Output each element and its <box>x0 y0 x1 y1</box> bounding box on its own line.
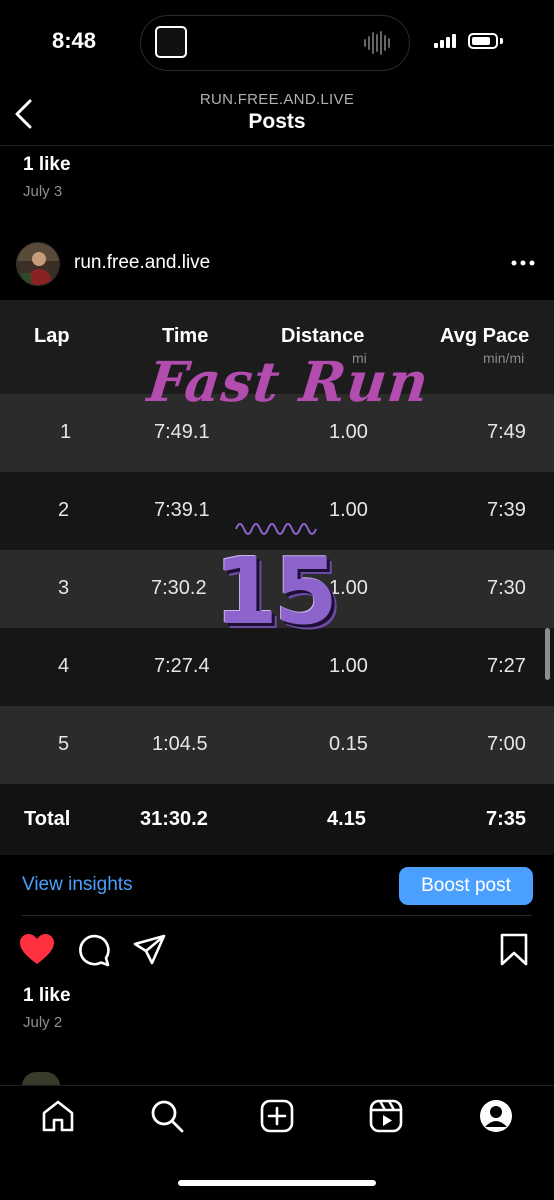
create-icon[interactable] <box>259 1098 295 1134</box>
profile-icon[interactable] <box>478 1098 514 1134</box>
audio-wave-icon <box>364 31 390 55</box>
lap-distance: 0.15 <box>329 733 368 755</box>
table-total-row: Total 31:30.2 4.15 7:35 <box>0 784 554 855</box>
battery-icon <box>468 33 498 49</box>
total-distance: 4.15 <box>327 808 366 830</box>
boost-post-button[interactable]: Boost post <box>399 867 533 905</box>
more-options-icon[interactable] <box>510 259 536 267</box>
lap-pace: 7:00 <box>487 733 526 755</box>
header-distance: Distance <box>281 325 365 347</box>
lap-number: 2 <box>58 499 70 521</box>
lap-pace: 7:49 <box>487 421 526 443</box>
lap-number: 5 <box>58 733 70 755</box>
lap-number: 3 <box>58 577 70 599</box>
lap-number: 1 <box>60 421 72 443</box>
post-likes[interactable]: 1 like <box>23 985 71 1007</box>
home-icon[interactable] <box>40 1098 76 1134</box>
prev-post-likes[interactable]: 1 like <box>23 154 71 176</box>
total-pace: 7:35 <box>486 808 527 830</box>
squiggle-decoration <box>235 523 317 535</box>
header-lap: Lap <box>34 325 70 347</box>
page-title: Posts <box>248 110 306 133</box>
lap-pace: 7:27 <box>487 655 526 677</box>
home-indicator[interactable] <box>178 1180 376 1186</box>
bookmark-icon[interactable] <box>496 932 532 968</box>
lap-distance: 1.00 <box>329 577 368 599</box>
total-label: Total <box>24 808 71 830</box>
lap-distance: 1.00 <box>329 655 368 677</box>
lap-distance: 1.00 <box>329 499 368 521</box>
run-number-overlay: 15 <box>214 538 338 645</box>
battery-cap <box>500 38 503 44</box>
profile-username-header: RUN.FREE.AND.LIVE <box>199 91 355 108</box>
post-date: July 2 <box>23 1014 63 1031</box>
lap-time: 7:27.4 <box>154 655 210 677</box>
reels-icon[interactable] <box>368 1098 404 1134</box>
lap-time: 7:30.2 <box>151 577 207 599</box>
dynamic-island <box>140 15 410 71</box>
header-time: Time <box>162 325 209 347</box>
heart-icon[interactable] <box>19 932 55 968</box>
avatar[interactable] <box>16 242 60 286</box>
total-time: 31:30.2 <box>140 808 208 830</box>
lap-time: 7:49.1 <box>154 421 210 443</box>
share-icon[interactable] <box>132 932 168 968</box>
search-icon[interactable] <box>149 1098 185 1134</box>
lap-number: 4 <box>58 655 70 677</box>
lap-pace: 7:39 <box>487 499 526 521</box>
pace-unit: min/mi <box>483 350 525 366</box>
lap-pace: 7:30 <box>487 577 526 599</box>
comment-icon[interactable] <box>76 932 112 968</box>
scroll-indicator <box>545 628 550 680</box>
fast-run-overlay-text: Fast Run <box>144 349 433 414</box>
prev-post-date: July 3 <box>23 183 63 200</box>
signal-icon <box>434 34 456 48</box>
insights-divider <box>22 915 532 916</box>
view-insights-link[interactable]: View insights <box>22 874 133 896</box>
lap-time: 7:39.1 <box>154 499 210 521</box>
header-avg-pace: Avg Pace <box>440 325 530 347</box>
table-row: 5 1:04.5 0.15 7:00 <box>0 706 554 784</box>
header-divider <box>0 145 554 146</box>
now-playing-thumbnail <box>155 26 187 58</box>
lap-distance: 1.00 <box>329 421 368 443</box>
tabbar-divider <box>0 1085 554 1086</box>
lap-time: 1:04.5 <box>152 733 208 755</box>
next-post-avatar[interactable] <box>22 1072 60 1086</box>
status-time: 8:48 <box>52 28 97 53</box>
post-username[interactable]: run.free.and.live <box>74 252 210 274</box>
